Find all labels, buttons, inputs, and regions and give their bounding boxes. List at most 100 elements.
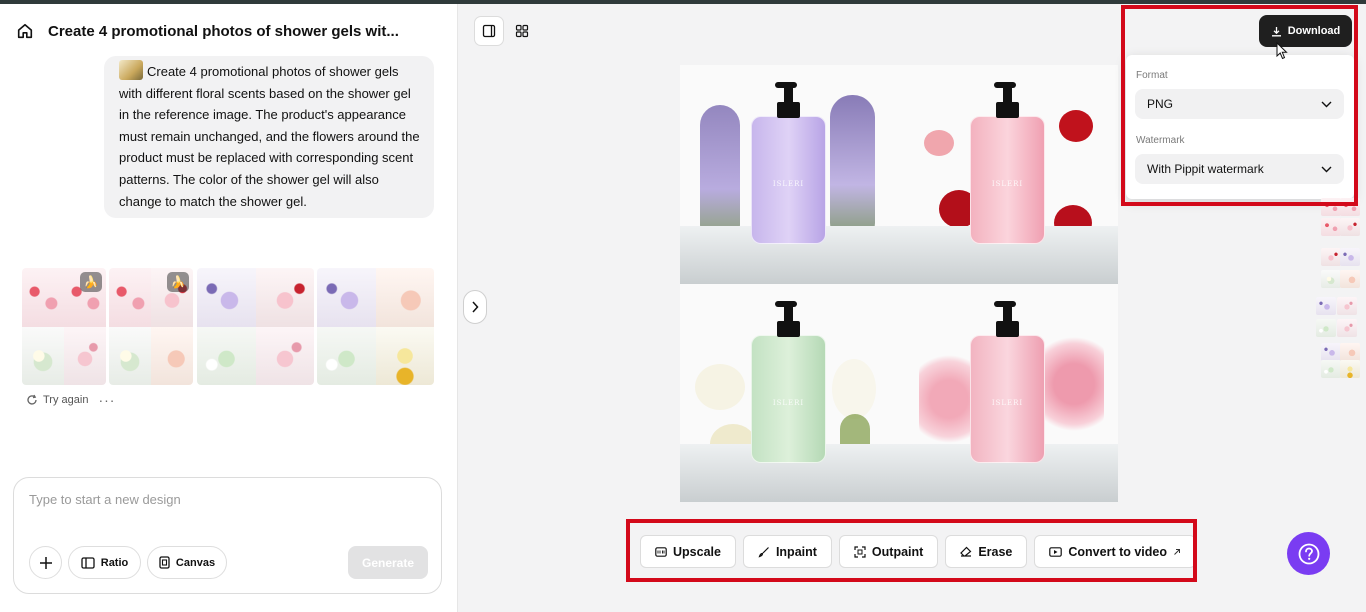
strip-thumb[interactable] bbox=[1340, 218, 1360, 236]
watermark-label: Watermark bbox=[1136, 135, 1185, 146]
watermark-select[interactable]: With Pippit watermark bbox=[1135, 154, 1344, 184]
cherry-blossom bbox=[1044, 323, 1104, 444]
chat-panel: Create 4 promotional photos of shower ge… bbox=[0, 4, 458, 612]
strip-thumb[interactable] bbox=[1321, 218, 1341, 236]
red-rose bbox=[1059, 110, 1093, 142]
format-select[interactable]: PNG bbox=[1135, 89, 1344, 119]
result-actions: Try again ··· bbox=[26, 392, 115, 408]
result-thumb bbox=[22, 326, 64, 385]
reference-image-thumbnail[interactable] bbox=[119, 60, 143, 80]
bottle-brand: ISLERI bbox=[991, 398, 1024, 407]
prompt-text: Create 4 promotional photos of shower ge… bbox=[119, 64, 420, 209]
strip-thumb[interactable] bbox=[1340, 248, 1360, 266]
strip-thumb[interactable] bbox=[1321, 198, 1341, 216]
format-label: Format bbox=[1136, 70, 1168, 81]
image-canvas[interactable]: ISLERI ISLERI ISLERI ISLERI bbox=[680, 65, 1118, 502]
try-again-button[interactable]: Try again bbox=[26, 394, 88, 406]
result-thumb bbox=[317, 326, 376, 385]
canvas-button[interactable]: Canvas bbox=[147, 546, 227, 579]
strip-thumb[interactable] bbox=[1340, 360, 1360, 378]
outpaint-button[interactable]: Outpaint bbox=[838, 535, 939, 568]
strip-thumb[interactable] bbox=[1316, 319, 1336, 337]
try-again-label: Try again bbox=[43, 394, 89, 406]
expand-panel-button[interactable] bbox=[463, 290, 487, 324]
strip-thumb[interactable] bbox=[1321, 343, 1341, 361]
plus-icon bbox=[39, 556, 52, 569]
bottle-brand: ISLERI bbox=[772, 180, 805, 188]
more-options-button[interactable]: ··· bbox=[98, 392, 115, 408]
erase-button[interactable]: Erase bbox=[945, 535, 1028, 568]
bottle-pump-spout bbox=[775, 82, 797, 88]
mouse-cursor-icon bbox=[1276, 42, 1288, 60]
strip-thumb[interactable] bbox=[1321, 248, 1341, 266]
strip-thumb[interactable] bbox=[1337, 319, 1357, 337]
bottle-pump bbox=[777, 320, 800, 337]
inpaint-button[interactable]: Inpaint bbox=[742, 535, 832, 568]
grid-view-button[interactable] bbox=[507, 16, 537, 46]
erase-label: Erase bbox=[978, 544, 1013, 559]
strip-thumb[interactable] bbox=[1340, 198, 1360, 216]
download-button[interactable]: Download bbox=[1259, 15, 1352, 47]
result-thumb bbox=[64, 326, 106, 385]
bottle-brand: ISLERI bbox=[772, 398, 805, 407]
strip-thumb[interactable] bbox=[1340, 270, 1360, 288]
new-design-input[interactable] bbox=[29, 492, 419, 507]
strip-thumb[interactable] bbox=[1340, 343, 1360, 361]
result-thumb bbox=[197, 268, 256, 327]
result-thumb bbox=[151, 326, 193, 385]
result-thumb bbox=[109, 326, 151, 385]
single-view-icon bbox=[482, 24, 496, 38]
result-thumb bbox=[317, 268, 376, 327]
result-grid-2[interactable]: 🍌 bbox=[109, 268, 193, 385]
generate-button[interactable]: Generate bbox=[348, 546, 428, 579]
strip-thumb[interactable] bbox=[1316, 297, 1336, 315]
canvas-icon bbox=[159, 556, 170, 569]
download-dropdown: Format PNG Watermark With Pippit waterma… bbox=[1126, 55, 1354, 199]
video-icon bbox=[1049, 546, 1063, 557]
convert-label: Convert to video bbox=[1068, 544, 1167, 559]
bottle-pump bbox=[777, 102, 800, 118]
strip-thumb[interactable] bbox=[1321, 270, 1341, 288]
outpaint-label: Outpaint bbox=[871, 544, 924, 559]
photo-cherry-blossom[interactable]: ISLERI bbox=[899, 283, 1118, 502]
result-grid-3[interactable] bbox=[197, 268, 314, 385]
result-thumb bbox=[375, 268, 434, 327]
prompt-bubble: Create 4 promotional photos of shower ge… bbox=[104, 56, 434, 218]
eraser-icon bbox=[960, 546, 972, 557]
download-label: Download bbox=[1287, 25, 1341, 37]
upscale-button[interactable]: Upscale bbox=[640, 535, 736, 568]
ratio-icon bbox=[81, 556, 95, 569]
pink-rose bbox=[924, 130, 954, 156]
single-view-button[interactable] bbox=[474, 16, 504, 46]
white-flower bbox=[695, 363, 745, 410]
expand-icon bbox=[854, 545, 866, 558]
help-button[interactable] bbox=[1287, 532, 1330, 575]
convert-to-video-button[interactable]: Convert to video bbox=[1034, 535, 1196, 568]
bottle-pump bbox=[996, 320, 1019, 337]
result-grid-1[interactable]: 🍌 bbox=[22, 268, 106, 385]
photo-rose[interactable]: ISLERI bbox=[899, 65, 1118, 284]
lavender-flowers bbox=[700, 105, 740, 245]
lavender-flowers bbox=[830, 95, 875, 245]
banana-icon: 🍌 bbox=[167, 272, 189, 292]
refresh-icon bbox=[27, 394, 37, 405]
ratio-button[interactable]: Ratio bbox=[68, 546, 141, 579]
strip-thumb[interactable] bbox=[1321, 360, 1341, 378]
upscale-label: Upscale bbox=[673, 544, 721, 559]
add-button[interactable] bbox=[29, 546, 62, 579]
photo-jasmine[interactable]: ISLERI bbox=[680, 283, 899, 502]
white-flower bbox=[832, 358, 876, 419]
bottle-pump-spout bbox=[994, 82, 1016, 88]
result-thumb bbox=[197, 326, 256, 385]
photo-lavender[interactable]: ISLERI bbox=[680, 65, 899, 284]
ratio-label: Ratio bbox=[100, 556, 129, 569]
bottle-pump-spout bbox=[775, 300, 797, 307]
brush-icon bbox=[758, 546, 769, 557]
result-grid-4[interactable] bbox=[317, 268, 434, 385]
strip-thumb[interactable] bbox=[1337, 297, 1357, 315]
help-icon bbox=[1298, 543, 1319, 564]
canvas-label: Canvas bbox=[175, 556, 216, 569]
format-value: PNG bbox=[1147, 97, 1174, 111]
result-thumb bbox=[255, 326, 314, 385]
home-icon[interactable] bbox=[16, 22, 34, 40]
